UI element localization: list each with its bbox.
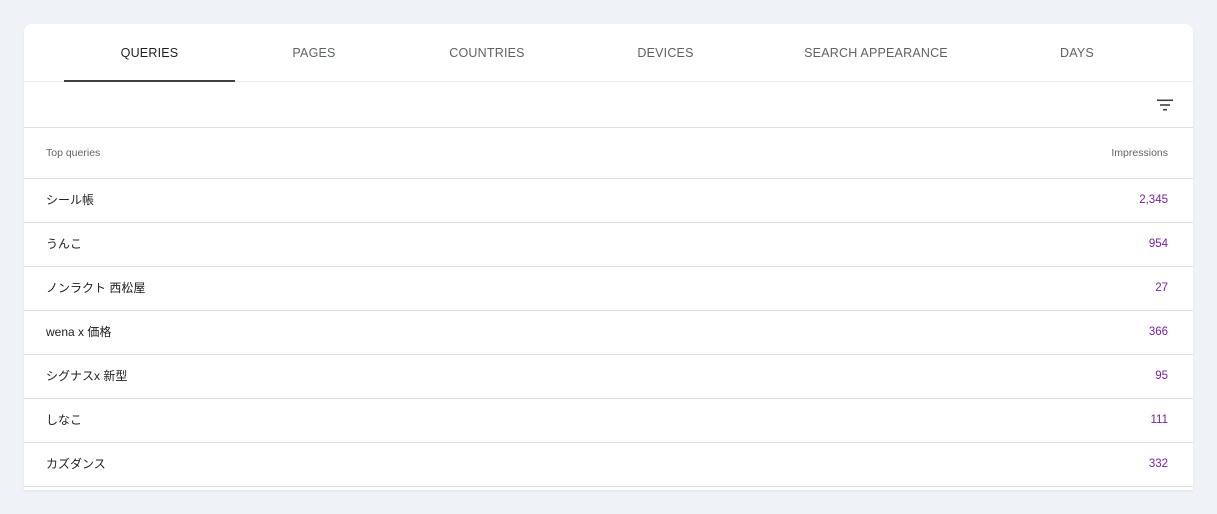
report-tabs: QUERIES PAGES COUNTRIES DEVICES SEARCH A… [24, 24, 1193, 82]
impressions-cell: 95 [1155, 370, 1168, 382]
impressions-cell: 2,345 [1139, 194, 1168, 206]
tab-search-appearance-label: SEARCH APPEARANCE [804, 46, 948, 60]
tab-countries-label: COUNTRIES [449, 46, 525, 60]
impressions-cell: 954 [1148, 238, 1168, 250]
tab-days[interactable]: DAYS [1037, 24, 1117, 82]
table-row[interactable]: シール帳 2,345 [24, 179, 1193, 223]
table-header: Top queries Impressions [24, 128, 1193, 179]
table-row[interactable]: シグナスx 新型 95 [24, 355, 1193, 399]
filter-button[interactable] [1151, 91, 1179, 119]
tab-queries-label: QUERIES [120, 46, 179, 60]
impressions-cell: 332 [1148, 458, 1168, 470]
table-row[interactable]: カズダンス 332 [24, 443, 1193, 487]
query-cell: うんこ [46, 237, 83, 251]
tab-queries[interactable]: QUERIES [64, 24, 235, 82]
query-cell: ノンラクト 西松屋 [46, 281, 146, 295]
tab-devices-label: DEVICES [637, 46, 694, 60]
performance-report-card: QUERIES PAGES COUNTRIES DEVICES SEARCH A… [24, 24, 1193, 490]
query-cell: しなこ [46, 413, 83, 427]
query-cell: シグナスx 新型 [46, 369, 128, 383]
impressions-cell: 111 [1150, 414, 1168, 426]
impressions-cell: 27 [1155, 282, 1168, 294]
query-cell: wena x 価格 [46, 325, 112, 339]
query-cell: シール帳 [46, 193, 95, 207]
tab-pages-label: PAGES [292, 46, 336, 60]
tab-pages[interactable]: PAGES [264, 24, 364, 82]
tab-devices[interactable]: DEVICES [611, 24, 720, 82]
query-cell: カズダンス [46, 457, 106, 471]
filter-list-icon [1157, 99, 1173, 111]
impressions-cell: 366 [1148, 326, 1168, 338]
tab-days-label: DAYS [1060, 46, 1094, 60]
table-row[interactable]: wena x 価格 366 [24, 311, 1193, 355]
table-body: シール帳 2,345 うんこ 954 ノンラクト 西松屋 27 wena x 価… [24, 179, 1193, 487]
tab-countries[interactable]: COUNTRIES [426, 24, 548, 82]
table-toolbar [24, 82, 1193, 128]
table-row[interactable]: しなこ 111 [24, 399, 1193, 443]
table-row[interactable]: うんこ 954 [24, 223, 1193, 267]
column-header-impressions[interactable]: Impressions [1111, 128, 1168, 178]
table-row[interactable]: ノンラクト 西松屋 27 [24, 267, 1193, 311]
tab-search-appearance[interactable]: SEARCH APPEARANCE [789, 24, 963, 82]
column-header-top-queries[interactable]: Top queries [46, 128, 100, 178]
